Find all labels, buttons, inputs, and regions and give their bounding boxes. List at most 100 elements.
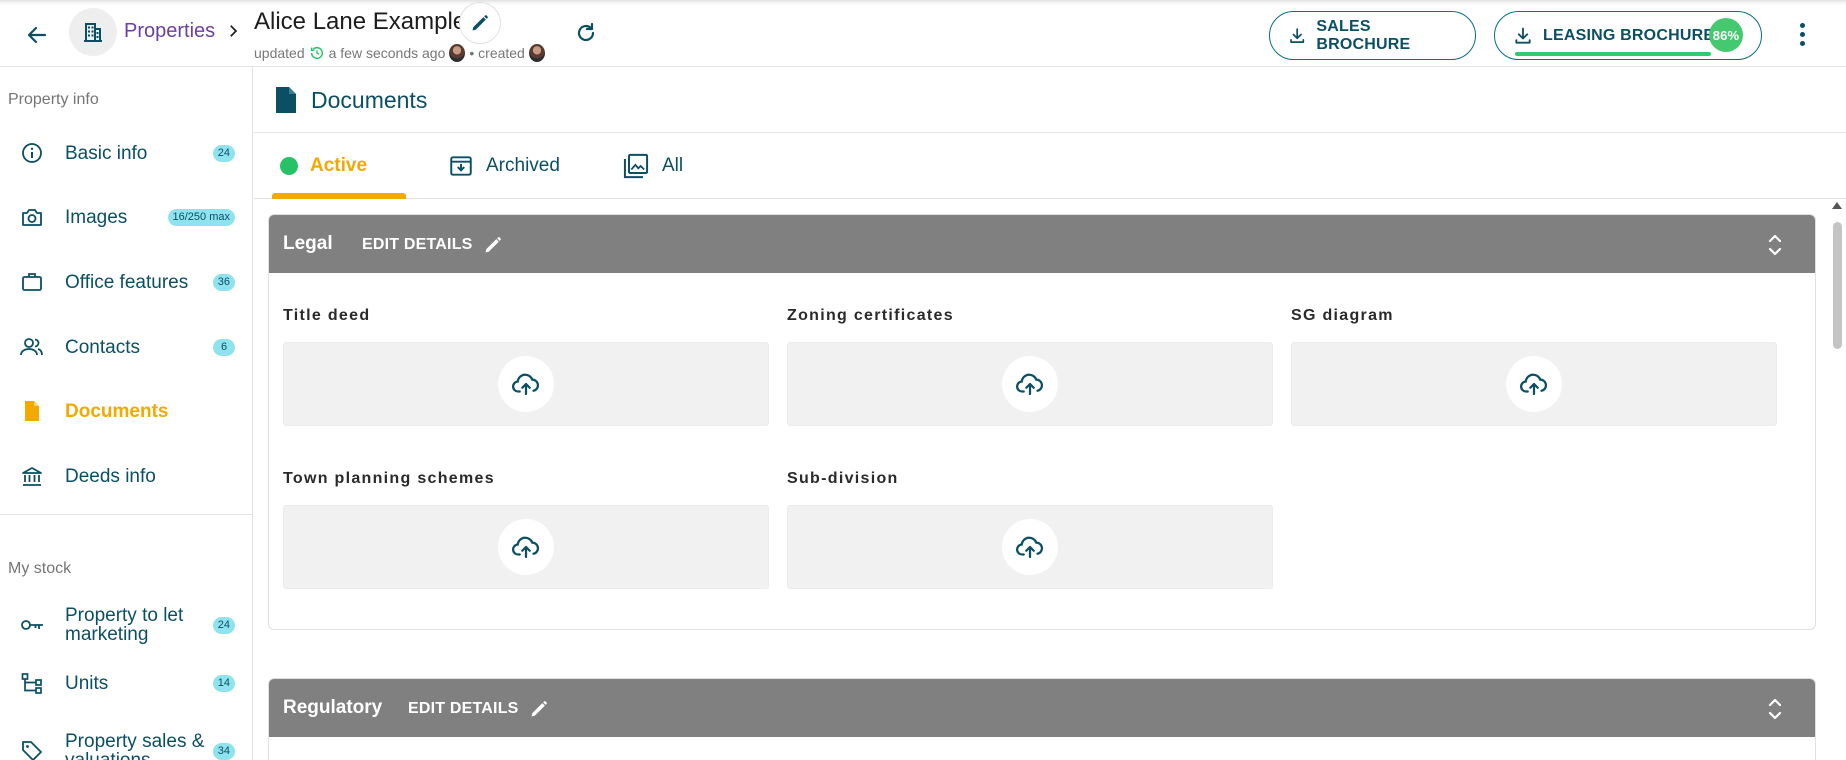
section-title: Legal [283,233,333,254]
download-icon [1290,27,1305,43]
leasing-brochure-label: LEASING BROCHURE [1543,26,1715,44]
count-badge: 16/250 max [167,208,235,226]
creator-avatar [528,44,545,62]
expand-collapse-icon[interactable] [1765,231,1785,259]
camera-icon [19,204,45,230]
briefcase-icon [19,269,45,295]
leasing-progress-bar [1515,52,1712,56]
edit-details-label: EDIT DETAILS [408,700,519,717]
edit-title-button[interactable] [459,2,501,44]
sidebar-item-label: Property sales & valuations [65,731,205,760]
document-icon [19,398,45,424]
tab-label: All [662,155,684,176]
created-label: • created [469,45,525,61]
archive-icon [450,156,472,176]
sidebar-item-units[interactable]: Units 14 [0,657,253,709]
document-label: SG diagram [1291,307,1394,324]
sidebar-item-property-sales[interactable]: Property sales & valuations 34 [0,721,253,760]
count-badge: 34 [212,742,235,760]
scroll-up-arrow[interactable] [1832,202,1842,209]
upload-dropzone[interactable] [787,505,1273,589]
sidebar-item-contacts[interactable]: Contacts 6 [0,321,253,373]
sections-scroll-area: Legal EDIT DETAILS Title deed Zoning cer… [254,200,1820,760]
tab-archived[interactable]: Archived [448,133,560,199]
refresh-icon [577,22,595,42]
main-content: Documents Active Archived All Legal EDIT… [254,67,1846,760]
info-icon [19,140,45,166]
updated-label: updated [254,45,305,61]
upload-dropzone[interactable] [283,505,769,589]
kebab-dot [1799,22,1805,28]
back-button[interactable] [20,18,54,52]
scroll-thumb[interactable] [1833,222,1842,349]
pencil-icon [531,701,547,717]
sidebar-item-images[interactable]: Images 16/250 max [0,191,253,243]
sidebar-item-label: Documents [65,400,169,422]
active-tab-indicator [272,193,406,199]
document-tabs: Active Archived All [254,133,1846,199]
pencil-icon [472,15,488,31]
sidebar-item-label: Property to let marketing [65,605,184,645]
upload-dropzone[interactable] [283,342,769,426]
scrollbar[interactable] [1828,202,1846,760]
pencil-icon [485,237,501,253]
more-options-button[interactable] [1790,18,1814,50]
expand-collapse-icon[interactable] [1765,695,1785,723]
sidebar-item-basic-info[interactable]: Basic info 24 [0,127,253,179]
update-meta: updated a few seconds ago • created [254,44,545,62]
sidebar-item-label: Basic info [65,142,148,164]
sales-brochure-label: SALES BROCHURE [1316,17,1411,53]
leasing-brochure-button[interactable]: LEASING BROCHURE 86% [1494,11,1762,60]
section-header: Regulatory EDIT DETAILS [269,679,1815,737]
upload-button[interactable] [1002,356,1058,412]
edit-details-button[interactable]: EDIT DETAILS [408,699,549,719]
documents-header: Documents [254,67,1846,133]
cloud-upload-icon [512,373,540,396]
kebab-dot [1799,40,1805,46]
property-info-heading: Property info [8,91,99,108]
upload-dropzone[interactable] [787,342,1273,426]
properties-crumb-icon[interactable] [69,8,117,56]
collection-icon [623,153,649,179]
building-icon [84,23,102,42]
tag-icon [19,738,45,760]
upload-dropzone[interactable] [1291,342,1777,426]
cloud-upload-icon [1016,536,1044,559]
sidebar-item-label: Units [65,672,109,694]
document-icon [276,87,296,113]
tab-label: Active [310,155,368,176]
sidebar-item-deeds-info[interactable]: Deeds info [0,450,253,502]
tab-active[interactable]: Active [280,133,367,199]
document-label: Town planning schemes [283,470,495,487]
sidebar-item-office-features[interactable]: Office features 36 [0,256,253,308]
legal-section: Legal EDIT DETAILS Title deed Zoning cer… [268,214,1816,630]
upload-button[interactable] [1506,356,1562,412]
download-icon [1515,27,1531,44]
tab-all[interactable]: All [622,133,683,199]
sidebar-item-label: Deeds info [65,465,156,487]
sales-brochure-button[interactable]: SALES BROCHURE [1269,11,1476,60]
cloud-upload-icon [1520,373,1548,396]
leasing-completion-badge: 86% [1709,18,1743,52]
sidebar-item-label: Contacts [65,336,140,358]
history-icon [310,46,323,60]
breadcrumb-properties-link[interactable]: Properties [124,20,215,43]
people-icon [19,334,45,360]
refresh-button[interactable] [571,18,601,48]
edit-details-button[interactable]: EDIT DETAILS [362,235,503,255]
sidebar-item-documents[interactable]: Documents [0,385,253,437]
hierarchy-icon [19,670,45,696]
section-header: Legal EDIT DETAILS [269,215,1815,273]
count-badge: 24 [212,144,235,162]
count-badge: 36 [212,273,235,291]
key-icon [19,612,45,638]
sidebar-item-property-to-let[interactable]: Property to let marketing 24 [0,595,253,655]
upload-button[interactable] [498,356,554,412]
regulatory-section: Regulatory EDIT DETAILS [268,678,1816,760]
upload-button[interactable] [1002,519,1058,575]
section-title: Documents [311,87,428,113]
updater-avatar [449,44,466,62]
upload-button[interactable] [498,519,554,575]
my-stock-heading: My stock [8,560,72,577]
document-label: Zoning certificates [787,307,954,324]
